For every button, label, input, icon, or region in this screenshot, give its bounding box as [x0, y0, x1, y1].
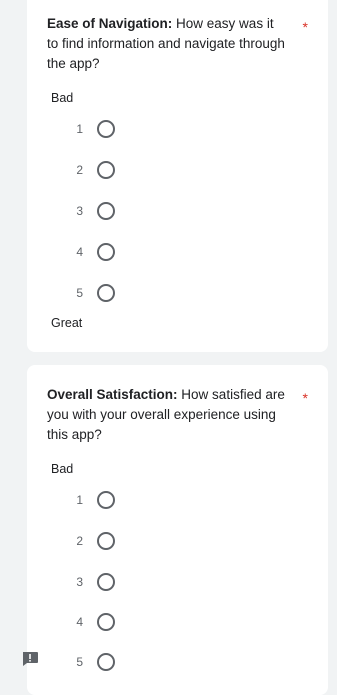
question-card-ease-of-navigation: Ease of Navigation: How easy was it to f… [27, 0, 328, 352]
option-number: 4 [76, 245, 83, 259]
report-issue-icon[interactable] [21, 651, 39, 667]
option-number: 2 [76, 534, 83, 548]
radio-button[interactable] [97, 284, 115, 302]
radio-button[interactable] [97, 613, 115, 631]
scale-high-label: Great [51, 316, 83, 330]
scale-option-2[interactable]: 2 [67, 160, 115, 180]
scale-option-4[interactable]: 4 [67, 612, 115, 632]
required-asterisk: * [302, 390, 308, 406]
scale-option-4[interactable]: 4 [67, 242, 115, 262]
scale-option-3[interactable]: 3 [67, 572, 115, 592]
radio-button[interactable] [97, 532, 115, 550]
radio-button[interactable] [97, 653, 115, 671]
option-number: 5 [76, 655, 83, 669]
radio-button[interactable] [97, 573, 115, 591]
option-number: 2 [76, 163, 83, 177]
scale-option-5[interactable]: 5 [67, 652, 115, 672]
option-number: 4 [76, 615, 83, 629]
scale-option-2[interactable]: 2 [67, 531, 115, 551]
radio-button[interactable] [97, 243, 115, 261]
scale-option-1[interactable]: 1 [67, 490, 115, 510]
option-number: 5 [76, 286, 83, 300]
question-title: Overall Satisfaction: How satisfied are … [47, 385, 287, 445]
scale-option-1[interactable]: 1 [67, 119, 115, 139]
question-title-bold: Overall Satisfaction: [47, 387, 178, 402]
question-card-overall-satisfaction: Overall Satisfaction: How satisfied are … [27, 365, 328, 695]
radio-button[interactable] [97, 202, 115, 220]
question-title-bold: Ease of Navigation: [47, 16, 173, 31]
option-number: 1 [76, 122, 83, 136]
scale-option-3[interactable]: 3 [67, 201, 115, 221]
required-asterisk: * [302, 19, 308, 35]
scale-low-label: Bad [51, 91, 74, 105]
option-number: 3 [76, 575, 83, 589]
scale-option-5[interactable]: 5 [67, 283, 115, 303]
option-number: 1 [76, 493, 83, 507]
question-title: Ease of Navigation: How easy was it to f… [47, 14, 287, 74]
option-number: 3 [76, 204, 83, 218]
scale-low-label: Bad [51, 462, 74, 476]
radio-button[interactable] [97, 491, 115, 509]
radio-button[interactable] [97, 120, 115, 138]
radio-button[interactable] [97, 161, 115, 179]
